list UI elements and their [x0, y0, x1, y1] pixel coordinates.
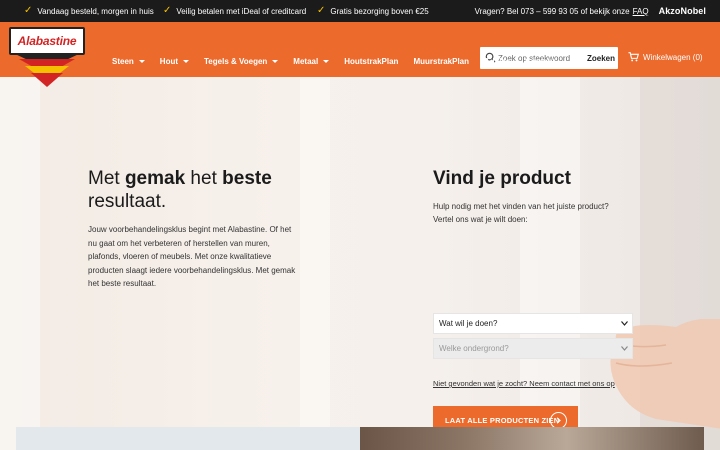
content-card-left [16, 427, 360, 450]
cart-link[interactable]: Winkelwagen (0) [628, 52, 703, 62]
usp-text: Gratis bezorging boven €25 [330, 6, 429, 16]
chevron-down-icon [621, 346, 628, 351]
finder-title: Vind je product [433, 168, 571, 189]
hero-intro: Met gemak het beste resultaat. Jouw voorb… [88, 167, 298, 291]
usp-item: ✓ Vandaag besteld, morgen in huis [24, 6, 154, 16]
curtain-decor [300, 77, 330, 450]
nav-label: MuurstrakPlan [413, 57, 470, 66]
nav-label: Contact [525, 57, 556, 66]
action-select[interactable]: Wat wil je doen? [433, 313, 633, 334]
cta-label: LAAT ALLE PRODUCTEN ZIEN [445, 416, 560, 425]
contact-text: Vragen? Bel 073 – 599 93 05 of bekijk on… [474, 6, 630, 16]
logo-chevron-icon [13, 53, 81, 87]
nav-item-advies[interactable]: Advies [484, 57, 510, 66]
curtain-decor [0, 77, 40, 450]
nav-label: Tegels & Voegen [204, 57, 268, 66]
cart-label: Winkelwagen (0) [643, 52, 703, 62]
surface-select-value: Welke ondergrond? [439, 344, 509, 353]
curtain-decor [520, 77, 580, 450]
faq-link[interactable]: FAQ [633, 7, 649, 16]
nav-item-metaal[interactable]: Metaal [293, 57, 330, 66]
search-button[interactable]: Zoeken [586, 50, 615, 66]
contact-info: Vragen? Bel 073 – 599 93 05 of bekijk on… [475, 6, 706, 16]
caret-down-icon [138, 60, 145, 63]
cart-icon [628, 52, 639, 62]
caret-down-icon [323, 60, 330, 63]
nav-label: Advies [484, 57, 511, 66]
nav-item-muurstrakplan[interactable]: MuurstrakPlan [413, 57, 469, 66]
nav-label: Metaal [293, 57, 319, 66]
top-bar: ✓ Vandaag besteld, morgen in huis ✓ Veil… [0, 0, 720, 22]
check-icon: ✓ [317, 5, 326, 16]
alabastine-logo[interactable]: Alabastine [9, 27, 85, 105]
nav-label: HoutstrakPlan [344, 57, 399, 66]
caret-down-icon [183, 60, 190, 63]
check-icon: ✓ [163, 5, 172, 16]
caret-down-icon [272, 60, 279, 63]
usp-item: ✓ Veilig betalen met iDeal of creditcard [163, 6, 306, 16]
chevron-down-icon [621, 321, 628, 326]
nav-item-houtstrakplan[interactable]: HoutstrakPlan [344, 57, 398, 66]
nav-label: Hout [159, 57, 179, 66]
surface-select[interactable]: Welke ondergrond? [433, 338, 633, 359]
logo-wordmark: Alabastine [9, 27, 85, 55]
nav-item-contact[interactable]: Contact [525, 57, 555, 66]
content-card-image [360, 427, 704, 450]
nav-label: Steen [112, 57, 134, 66]
finder-body: Hulp nodig met het vinden van het juiste… [433, 202, 609, 224]
nav-item-hout[interactable]: Hout [159, 57, 190, 66]
contact-link[interactable]: Niet gevonden wat je zocht? Neem contact… [433, 379, 615, 388]
main-nav: Steen Hout Tegels & Voegen Metaal HoutstrakP… [112, 57, 570, 66]
main-header: Zoeken Winkelwagen (0) [0, 22, 720, 77]
usp-item: ✓ Gratis bezorging boven €25 [317, 6, 429, 16]
usp-text: Veilig betalen met iDeal of creditcard [176, 6, 307, 16]
product-finder: Vind je product Hulp nodig met het vinde… [433, 167, 643, 435]
hero-body: Jouw voorbehandelingsklus begint met Ala… [88, 225, 296, 288]
akzonobel-logo[interactable]: AkzoNobel [659, 6, 706, 16]
nav-item-tegels-voegen[interactable]: Tegels & Voegen [204, 57, 279, 66]
hero-section: Met gemak het beste resultaat. Jouw voorb… [0, 77, 720, 450]
nav-item-steen[interactable]: Steen [112, 57, 145, 66]
check-icon: ✓ [24, 5, 33, 16]
usp-text: Vandaag besteld, morgen in huis [37, 6, 154, 16]
hero-title: Met gemak het beste resultaat. [88, 168, 272, 212]
action-select-value: Wat wil je doen? [439, 319, 498, 328]
